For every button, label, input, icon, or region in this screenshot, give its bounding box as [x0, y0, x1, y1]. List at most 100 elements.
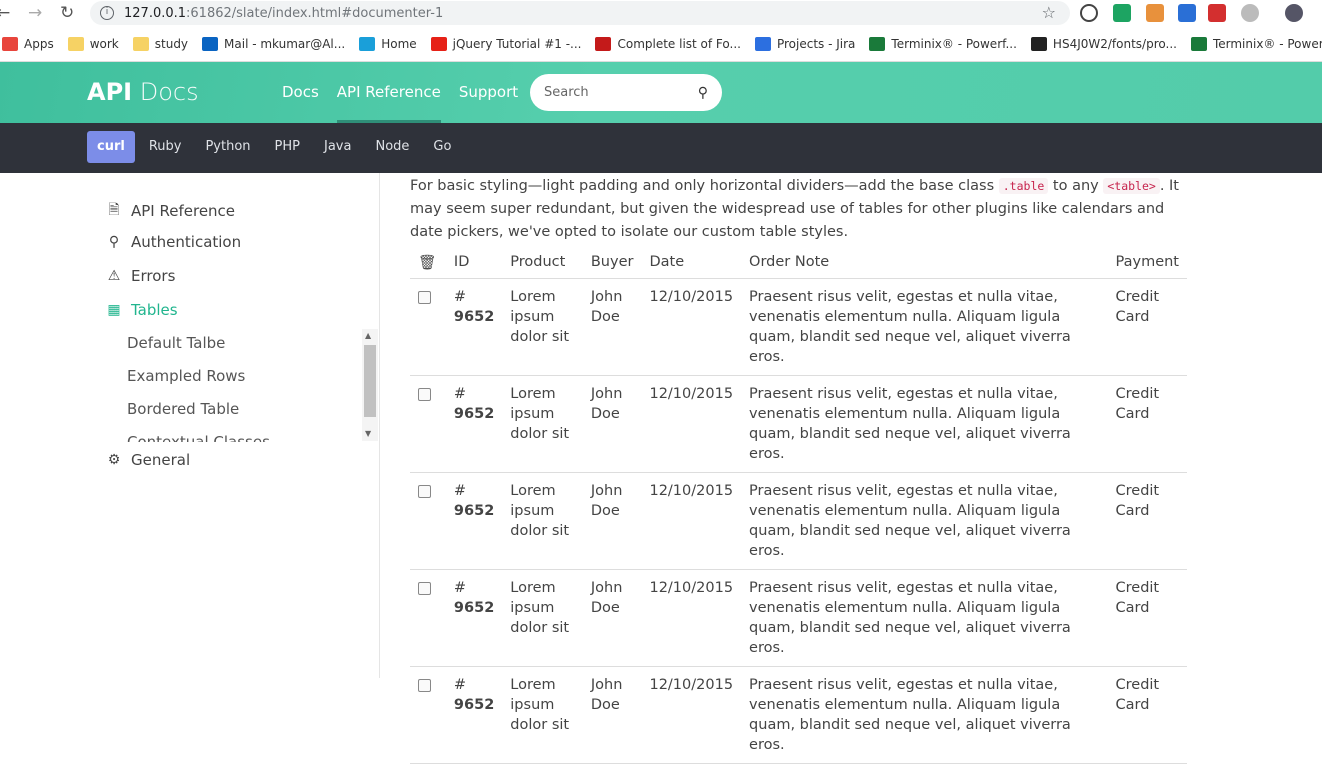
table-row: #9652 Lorem ipsum dolor sit John Doe 12/10/… — [410, 278, 1187, 376]
bookmark-item[interactable]: Complete list of Fo... — [595, 36, 741, 51]
cell-date: 12/10/2015 — [641, 472, 742, 570]
sidebar-item-authentication[interactable]: ⚲ Authentication — [106, 233, 241, 251]
bookmark-star-icon[interactable]: ☆ — [1042, 3, 1056, 22]
cell-order-note: Praesent risus velit, egestas et nulla v… — [741, 666, 1108, 764]
back-icon[interactable]: ← — [0, 3, 10, 23]
cell-buyer: John Doe — [582, 569, 642, 667]
extension-blue-icon[interactable] — [1178, 4, 1196, 22]
bookmark-item[interactable]: Mail - mkumar@Al... — [202, 36, 346, 51]
scroll-down-icon[interactable]: ▼ — [365, 429, 371, 438]
extension-green-icon[interactable] — [1113, 4, 1131, 22]
bookmark-item[interactable]: Terminix® - Powerf... — [869, 36, 1017, 51]
intro-text-2: to any — [1052, 178, 1099, 194]
sidebar-item-tables[interactable]: ▦ Tables — [106, 301, 177, 319]
lang-tab-node[interactable]: Node — [365, 131, 419, 163]
bookmark-label: Home — [381, 36, 417, 51]
row-select-cell — [410, 472, 446, 570]
sidebar-item-general[interactable]: ⚙ General — [106, 451, 190, 469]
sidebar-subitem-exampled-rows[interactable]: Exampled Rows — [127, 367, 245, 385]
avatar[interactable] — [1285, 4, 1303, 22]
column-header-payment: Payment — [1107, 247, 1187, 279]
forward-icon[interactable]: → — [28, 3, 42, 23]
bookmark-label: work — [89, 36, 119, 51]
row-checkbox[interactable] — [418, 387, 431, 401]
reload-icon[interactable]: ↻ — [60, 3, 74, 23]
id-value: 9652 — [453, 405, 495, 422]
warning-icon: ⚠ — [107, 268, 121, 284]
sidebar-subitem-bordered-table[interactable]: Bordered Table — [127, 400, 239, 418]
sidebar-item-label: Errors — [131, 267, 176, 285]
extension-gray-icon[interactable] — [1241, 4, 1259, 22]
bookmark-label: Mail - mkumar@Al... — [224, 36, 346, 51]
column-header-buyer: Buyer — [582, 247, 642, 279]
cell-payment: Credit Card — [1107, 278, 1187, 376]
bookmark-item[interactable]: Home — [359, 36, 417, 51]
cell-order-note: Praesent risus velit, egestas et nulla v… — [741, 278, 1108, 376]
bookmark-item[interactable]: jQuery Tutorial #1 -... — [430, 36, 581, 51]
browser-toolbar: ← → ↻ i 127.0.0.1:61862/slate/index.html… — [0, 0, 1322, 26]
info-icon[interactable]: i — [100, 6, 114, 20]
lang-tab-python[interactable]: Python — [195, 131, 260, 163]
row-checkbox[interactable] — [418, 290, 431, 304]
lang-tab-java[interactable]: Java — [314, 131, 361, 163]
column-header-order-note: Order Note — [741, 247, 1108, 279]
bookmark-item[interactable]: Projects - Jira — [754, 36, 856, 51]
address-bar[interactable]: i 127.0.0.1:61862/slate/index.html#docum… — [90, 1, 1070, 25]
sidebar-subitem-contextual-classes[interactable]: Contextual Classes — [127, 433, 270, 442]
sidebar-subitem-default-table[interactable]: Default Talbe — [127, 334, 225, 352]
search-input[interactable] — [544, 85, 684, 100]
top-nav: Docs API Reference Support — [282, 62, 536, 123]
scroll-up-icon[interactable]: ▲ — [365, 331, 371, 340]
sidebar-scrollbar[interactable]: ▲ ▼ — [362, 329, 378, 441]
url-path: :61862/slate/index.html#documenter-1 — [186, 5, 444, 21]
bookmark-item[interactable]: Terminix® - Powerf... — [1190, 36, 1322, 51]
scrollbar-thumb[interactable] — [364, 345, 376, 417]
cell-id: #9652 — [445, 278, 503, 376]
row-checkbox[interactable] — [418, 678, 431, 692]
lang-tab-php[interactable]: PHP — [265, 131, 310, 163]
lang-tab-ruby[interactable]: Ruby — [139, 131, 192, 163]
cell-buyer: John Doe — [582, 472, 642, 570]
bookmark-item[interactable]: HS4J0W2/fonts/pro... — [1030, 36, 1177, 51]
cell-id: #9652 — [445, 472, 503, 570]
inline-code-table-tag: <table> — [1103, 178, 1160, 194]
extension-orange-icon[interactable] — [1146, 4, 1164, 22]
sidebar-item-label: Authentication — [131, 233, 242, 251]
lang-tab-go[interactable]: Go — [423, 131, 461, 163]
sidebar-item-api-reference[interactable]: 🗎 API Reference — [106, 199, 235, 223]
sidebar-item-errors[interactable]: ⚠ Errors — [106, 267, 176, 285]
cell-id: #9652 — [445, 569, 503, 667]
column-header-product: Product — [502, 247, 583, 279]
search-icon[interactable]: ⚲ — [698, 85, 708, 101]
outlook-icon — [202, 36, 219, 51]
nav-support[interactable]: Support — [459, 62, 518, 123]
extension-recycle-icon[interactable] — [1080, 4, 1098, 22]
trash-icon[interactable]: 🗑 — [418, 255, 436, 271]
document-icon: 🗎 — [108, 202, 120, 218]
youtube-icon — [430, 36, 447, 51]
cell-date: 12/10/2015 — [641, 569, 742, 667]
row-checkbox[interactable] — [418, 581, 431, 595]
terminix-icon — [869, 36, 886, 51]
bookmark-label: HS4J0W2/fonts/pro... — [1052, 36, 1177, 51]
orders-table: 🗑 ID Product Buyer Date Order Note Payme… — [410, 247, 1187, 764]
bookmark-item[interactable]: study — [132, 36, 188, 51]
bookmark-label: Projects - Jira — [776, 36, 856, 51]
extension-cors-icon[interactable] — [1208, 4, 1226, 22]
k-icon — [359, 36, 376, 51]
lang-tab-curl[interactable]: curl — [87, 131, 135, 163]
search-box: ⚲ — [530, 74, 722, 111]
bookmark-label: Terminix® - Powerf... — [891, 36, 1017, 51]
nav-docs[interactable]: Docs — [282, 62, 319, 123]
row-checkbox[interactable] — [418, 484, 431, 498]
cell-order-note: Praesent risus velit, egestas et nulla v… — [741, 472, 1108, 570]
url-host: 127.0.0.1 — [124, 5, 187, 21]
red-circle-icon — [595, 36, 612, 51]
bookmark-item[interactable]: Apps — [2, 36, 54, 51]
logo[interactable]: API Docs — [87, 78, 199, 106]
sidebar-item-label: API Reference — [131, 202, 236, 220]
trash-header[interactable]: 🗑 — [410, 247, 446, 279]
logo-bold: API — [87, 78, 133, 106]
nav-api-reference[interactable]: API Reference — [336, 62, 441, 123]
bookmark-item[interactable]: work — [67, 36, 119, 51]
